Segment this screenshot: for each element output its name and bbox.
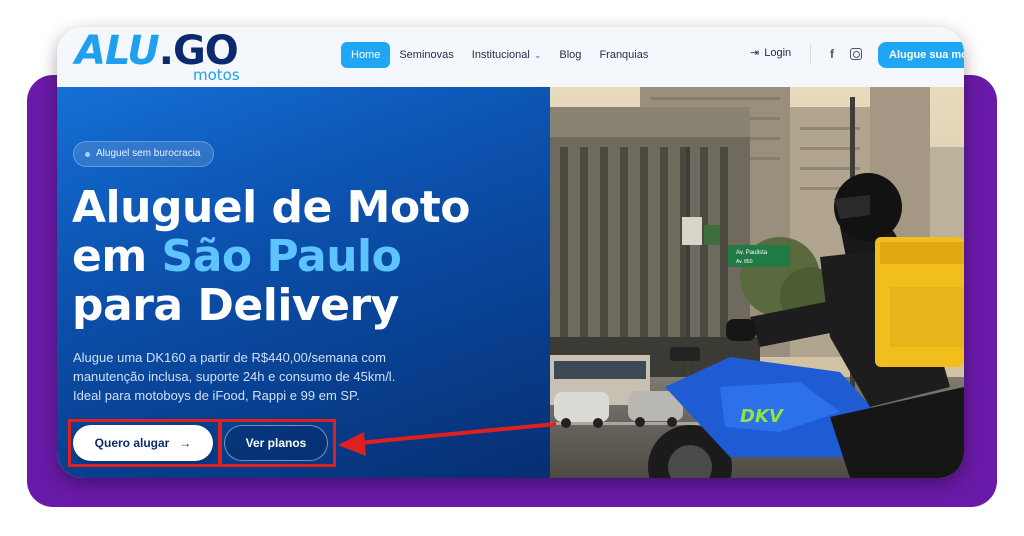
badge-dot-icon (85, 152, 90, 157)
screenshot-stage: ALU.GO motos Home Seminovas Instituciona… (0, 0, 1024, 536)
annotation-box-primary (68, 419, 221, 467)
instagram-icon[interactable] (850, 48, 862, 60)
delivery-rider-photo: Av. Paulista Av. 850 DKV (550, 87, 964, 478)
nav-item-institucional-label: Institucional (471, 49, 530, 61)
nav-item-institucional[interactable]: Institucional ⌄ (463, 42, 551, 68)
annotation-box-secondary (219, 419, 336, 467)
logo-subtitle: motos (193, 66, 240, 84)
login-label: Login (764, 46, 792, 59)
hero-title-line2: em São Paulo (72, 232, 470, 281)
site-header: ALU.GO motos Home Seminovas Instituciona… (57, 27, 964, 87)
main-navigation: Home Seminovas Institucional ⌄ Blog Franq… (341, 42, 657, 68)
brand-logo[interactable]: ALU.GO motos (75, 29, 265, 85)
chevron-down-icon: ⌄ (533, 50, 542, 60)
hero-title-line2-prefix: em (72, 231, 162, 282)
hero-description-line1: Alugue uma DK160 a partir de R$440,00/se… (73, 350, 386, 365)
hero-title-highlight: São Paulo (161, 231, 402, 282)
hero-title-line3: para Delivery (72, 280, 399, 331)
header-cta-button[interactable]: Alugue sua moto (878, 42, 964, 68)
hero-description-line2: manutenção inclusa, suporte 24h e consum… (73, 369, 396, 384)
nav-item-blog-label: Blog (559, 49, 582, 61)
hero-description-line3: Ideal para motoboys de iFood, Rappi e 99… (73, 388, 360, 403)
login-icon: ⇥ (750, 47, 760, 59)
hero-photo: Av. Paulista Av. 850 DKV (550, 87, 964, 478)
nav-item-blog[interactable]: Blog (550, 42, 590, 68)
hero-badge: Aluguel sem burocracia (73, 141, 214, 167)
annotation-arrow-icon (338, 422, 557, 456)
header-divider (810, 43, 811, 65)
login-link[interactable]: ⇥ Login (750, 46, 792, 60)
nav-item-seminovas[interactable]: Seminovas (390, 42, 462, 68)
nav-item-seminovas-label: Seminovas (399, 49, 454, 61)
hero-badge-label: Aluguel sem burocracia (96, 148, 201, 159)
nav-item-franquias[interactable]: Franquias (590, 42, 657, 68)
hero-description: Alugue uma DK160 a partir de R$440,00/se… (73, 348, 473, 405)
hero-title: Aluguel de Moto em São Paulo para Delive… (72, 183, 470, 330)
facebook-icon[interactable]: f (824, 45, 840, 63)
street-sign-line1: Av. Paulista (736, 250, 768, 256)
nav-item-home-label: Home (351, 49, 381, 61)
bike-brand-label: DKV (740, 406, 785, 427)
delivery-bag (875, 237, 964, 367)
hero-title-line1: Aluguel de Moto (72, 182, 470, 233)
nav-item-home[interactable]: Home (341, 42, 391, 68)
logo-alu: ALU (75, 28, 160, 74)
nav-item-franquias-label: Franquias (599, 49, 649, 61)
street-sign-line2: Av. 850 (736, 259, 753, 265)
